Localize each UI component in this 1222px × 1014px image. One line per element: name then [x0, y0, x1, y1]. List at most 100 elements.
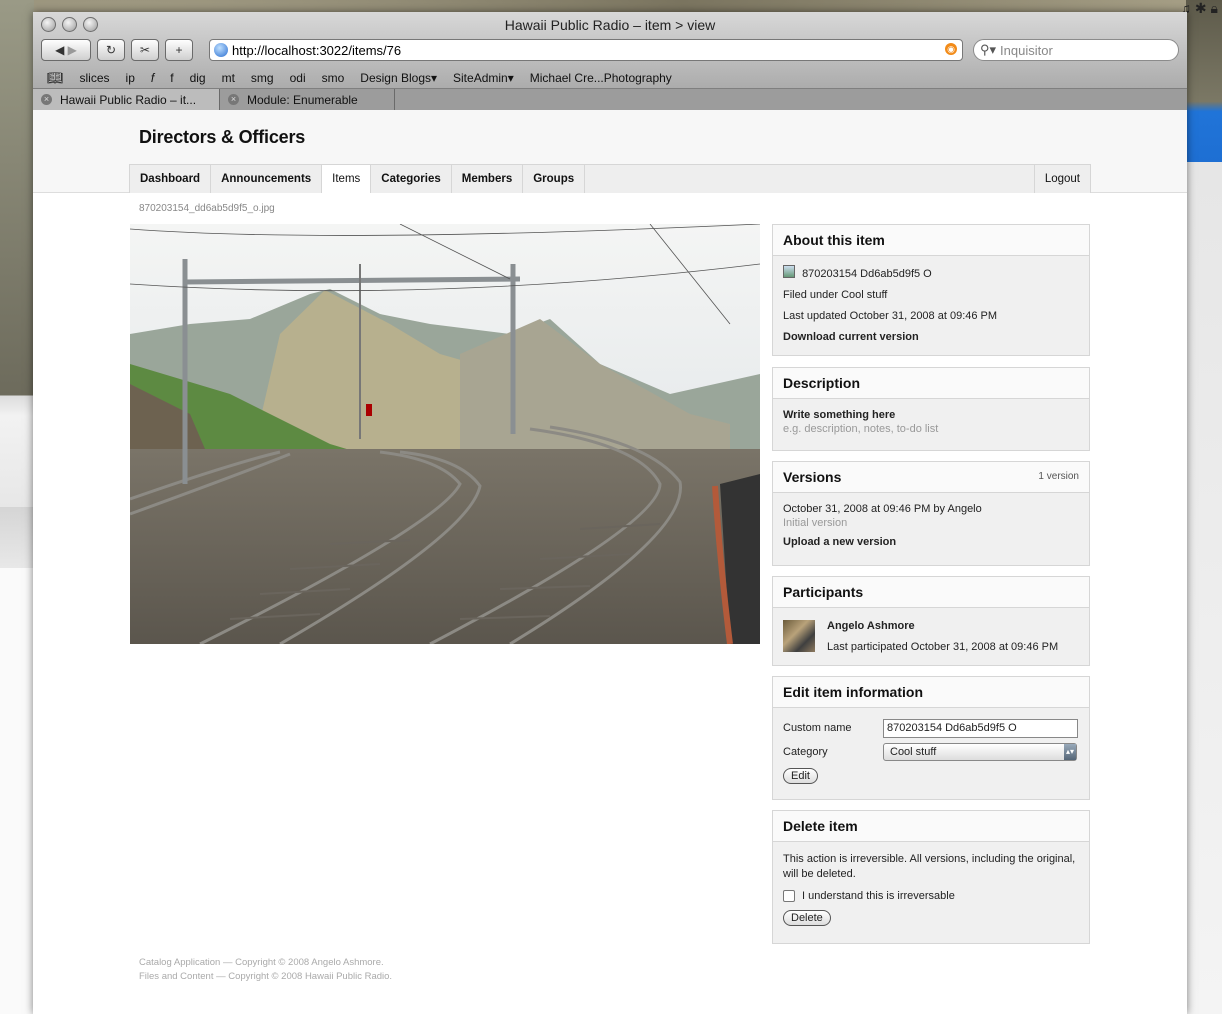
- about-filed: Filed under Cool stuff: [783, 289, 888, 301]
- custom-name-label: Custom name: [783, 722, 852, 734]
- nav-groups[interactable]: Groups: [523, 165, 586, 193]
- versions-title: Versions: [783, 469, 842, 485]
- delete-warning: This action is irreversible. All version…: [783, 853, 1076, 880]
- about-panel: About this item 870203154 Dd6ab5d9f5 O F…: [772, 224, 1090, 356]
- nav-dashboard[interactable]: Dashboard: [130, 165, 212, 193]
- select-arrows-icon: ▴▾: [1064, 744, 1076, 760]
- reload-button[interactable]: ↻: [97, 39, 125, 61]
- category-label: Category: [783, 746, 828, 758]
- search-field[interactable]: ⚲▾ Inquisitor: [973, 39, 1179, 61]
- bookmark-item[interactable]: dig: [190, 71, 206, 85]
- participants-panel: Participants Angelo Ashmore Last partici…: [772, 576, 1090, 666]
- background-window-right: [1186, 0, 1222, 1014]
- bookmark-item[interactable]: Michael Cre...Photography: [530, 71, 672, 85]
- delete-panel: Delete item This action is irreversible.…: [772, 810, 1090, 944]
- about-updated: Last updated October 31, 2008 at 09:46 P…: [783, 310, 998, 322]
- nav-categories[interactable]: Categories: [371, 165, 452, 193]
- search-placeholder: Inquisitor: [1000, 42, 1053, 58]
- image-file-icon: [783, 265, 795, 278]
- tab-bar: × Hawaii Public Radio – it... × Module: …: [33, 88, 1187, 111]
- browser-tab[interactable]: × Module: Enumerable: [220, 89, 395, 110]
- browser-window: Hawaii Public Radio – item > view ◀ ▶ ↻ …: [33, 12, 1187, 1014]
- tab-label: Module: Enumerable: [247, 92, 358, 107]
- category-select[interactable]: Cool stuff ▴▾: [883, 743, 1077, 761]
- bookmark-folder[interactable]: SiteAdmin▾: [453, 71, 514, 85]
- rss-icon[interactable]: ◉: [945, 43, 957, 55]
- bookmark-item[interactable]: slices: [80, 71, 110, 85]
- edit-button[interactable]: Edit: [783, 768, 818, 784]
- site-title: Directors & Officers: [139, 127, 306, 147]
- participants-heading: Participants: [773, 577, 1089, 608]
- nav-members[interactable]: Members: [452, 165, 524, 193]
- description-heading: Description: [773, 368, 1089, 399]
- bookmarks-bar: 📖︎ slices ip f f dig mt smg odi smo Desi…: [33, 68, 1187, 88]
- back-icon[interactable]: ◀: [55, 43, 64, 57]
- scissors-icon: ✂: [139, 43, 151, 57]
- site-header: Directors & Officers Dashboard Announcem…: [33, 110, 1187, 193]
- item-filename: 870203154_dd6ab5d9f5_o.jpg: [139, 203, 275, 214]
- bookmark-item[interactable]: smo: [322, 71, 345, 85]
- bookmark-item[interactable]: f: [151, 71, 154, 85]
- about-name: 870203154 Dd6ab5d9f5 O: [802, 268, 932, 280]
- plus-icon: +: [175, 43, 183, 57]
- version-note: Initial version: [783, 517, 848, 529]
- delete-button[interactable]: Delete: [783, 910, 831, 926]
- forward-icon[interactable]: ▶: [68, 43, 77, 57]
- bookmark-item[interactable]: odi: [290, 71, 306, 85]
- delete-heading: Delete item: [773, 811, 1089, 842]
- main-nav: Dashboard Announcements Items Categories…: [129, 164, 1091, 193]
- browser-tab[interactable]: × Hawaii Public Radio – it...: [33, 89, 220, 110]
- browser-toolbar: Hawaii Public Radio – item > view ◀ ▶ ↻ …: [33, 12, 1187, 111]
- description-prompt[interactable]: Write something here: [783, 409, 1079, 421]
- logout-link[interactable]: Logout: [1033, 165, 1090, 193]
- tab-label: Hawaii Public Radio – it...: [60, 92, 197, 107]
- versions-panel: Versions 1 version October 31, 2008 at 09…: [772, 461, 1090, 566]
- footer-line: Files and Content — Copyright © 2008 Haw…: [139, 971, 393, 982]
- address-bar[interactable]: http://localhost:3022/items/76 ◉: [209, 39, 963, 61]
- url-text[interactable]: http://localhost:3022/items/76: [232, 43, 401, 58]
- edit-heading: Edit item information: [773, 677, 1089, 708]
- participant-last: Last participated October 31, 2008 at 09…: [827, 641, 1059, 653]
- custom-name-row: Custom name 870203154 Dd6ab5d9f5 O: [783, 716, 1079, 740]
- add-bookmark-button[interactable]: +: [165, 39, 193, 61]
- bookmark-item[interactable]: smg: [251, 71, 274, 85]
- upload-version-link[interactable]: Upload a new version: [783, 536, 1079, 548]
- participant-name[interactable]: Angelo Ashmore: [783, 616, 1079, 637]
- category-selected: Cool stuff: [890, 746, 937, 758]
- close-tab-icon[interactable]: ×: [41, 94, 52, 105]
- nav-buttons: ◀ ▶ ↻ ✂ +: [41, 39, 193, 61]
- footer-line: Catalog Application — Copyright © 2008 A…: [139, 957, 384, 968]
- nav-announcements[interactable]: Announcements: [211, 165, 323, 193]
- download-link[interactable]: Download current version: [783, 327, 1079, 348]
- custom-name-input[interactable]: 870203154 Dd6ab5d9f5 O: [883, 718, 1078, 738]
- description-hint: e.g. description, notes, to-do list: [783, 423, 939, 435]
- globe-icon: [214, 43, 228, 57]
- page-content: Directors & Officers Dashboard Announcem…: [33, 110, 1187, 1014]
- bookmarks-book-icon[interactable]: 📖︎: [47, 70, 64, 86]
- window-title: Hawaii Public Radio – item > view: [504, 17, 716, 33]
- confirm-row: I understand this is irreversable: [783, 890, 1079, 902]
- railway-photo-image: [130, 224, 760, 644]
- background-window-left: [0, 0, 34, 1014]
- item-photo: [130, 224, 760, 644]
- bookmark-folder[interactable]: Design Blogs▾: [360, 71, 437, 85]
- snippet-button[interactable]: ✂: [131, 39, 159, 61]
- back-forward-button[interactable]: ◀ ▶: [41, 39, 91, 61]
- avatar: [783, 620, 815, 652]
- about-name-row: 870203154 Dd6ab5d9f5 O: [783, 264, 1079, 285]
- confirm-checkbox[interactable]: [783, 890, 795, 902]
- description-panel: Description Write something here e.g. de…: [772, 367, 1090, 451]
- versions-heading: Versions 1 version: [773, 462, 1089, 493]
- close-tab-icon[interactable]: ×: [228, 94, 239, 105]
- nav-items[interactable]: Items: [322, 165, 372, 193]
- bookmark-item[interactable]: mt: [222, 71, 235, 85]
- about-heading: About this item: [773, 225, 1089, 256]
- page-footer: Catalog Application — Copyright © 2008 A…: [139, 956, 392, 984]
- category-row: Category Cool stuff ▴▾: [783, 740, 1079, 764]
- search-icon: ⚲▾: [980, 42, 997, 57]
- confirm-label[interactable]: I understand this is irreversable: [802, 890, 955, 902]
- bookmark-item[interactable]: f: [170, 71, 173, 85]
- versions-count: 1 version: [1038, 471, 1079, 482]
- bookmark-item[interactable]: ip: [126, 71, 135, 85]
- version-entry: October 31, 2008 at 09:46 PM by Angelo: [783, 503, 982, 515]
